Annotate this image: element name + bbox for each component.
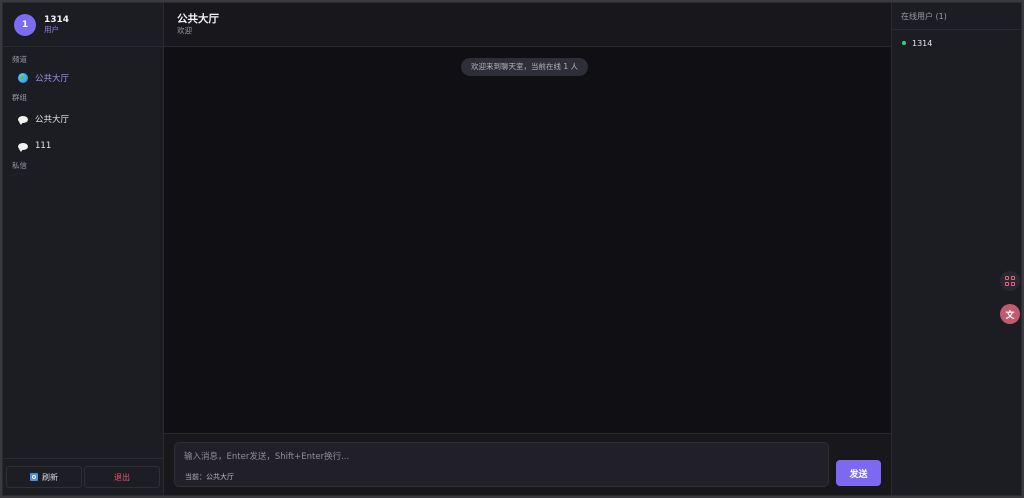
logout-label: 退出 — [114, 472, 130, 482]
online-user-item[interactable]: 1314 — [892, 30, 1021, 56]
sidebar-item-label: 公共大厅 — [35, 115, 70, 125]
message-input[interactable] — [184, 450, 804, 464]
online-status-dot — [902, 41, 906, 45]
refresh-icon — [30, 473, 38, 481]
send-button[interactable]: 发送 — [836, 460, 881, 486]
online-user-name: 1314 — [912, 38, 933, 48]
chat-header: 公共大厅 欢迎 — [164, 3, 891, 47]
message-input-box[interactable]: 当前：公共大厅 — [174, 442, 829, 487]
sidebar-item-label: 公共大厅 — [35, 74, 70, 84]
sidebar-item-group-lobby[interactable]: 公共大厅 — [3, 107, 163, 131]
sidebar-footer: 刷新 退出 — [3, 458, 163, 495]
translate-button[interactable]: 文 — [1000, 304, 1020, 324]
section-title-private: 私信 — [12, 161, 27, 170]
message-list[interactable]: 欢迎来到聊天室，当前在线 1 人 — [164, 47, 891, 433]
online-users-header: 在线用户 (1) — [892, 3, 1021, 30]
app-window: 1 1314 用户 频道 公共大厅 群组 公共大厅 111 私信 刷新 退出 公… — [2, 2, 1022, 496]
refresh-button[interactable]: 刷新 — [6, 466, 82, 488]
logout-button[interactable]: 退出 — [84, 466, 160, 488]
current-room-label: 当前：公共大厅 — [185, 473, 234, 481]
section-title-channels: 频道 — [12, 55, 27, 64]
avatar: 1 — [14, 13, 36, 36]
room-subtitle: 欢迎 — [177, 26, 192, 35]
apps-grid-icon — [1005, 276, 1015, 286]
room-title: 公共大厅 — [177, 13, 219, 25]
translate-icon: 文 — [1005, 310, 1015, 321]
refresh-label: 刷新 — [42, 472, 58, 482]
profile-name: 1314 — [44, 14, 70, 25]
chat-bubble-icon — [17, 114, 28, 125]
section-title-groups: 群组 — [12, 93, 27, 102]
sidebar-item-label: 111 — [35, 141, 52, 151]
composer: 当前：公共大厅 发送 — [164, 433, 891, 495]
sidebar: 1 1314 用户 频道 公共大厅 群组 公共大厅 111 私信 刷新 退出 — [3, 3, 164, 495]
chat-bubble-icon — [17, 141, 28, 152]
online-users-panel: 在线用户 (1) 1314 文 — [891, 3, 1021, 495]
sidebar-item-channel-lobby[interactable]: 公共大厅 — [3, 66, 163, 90]
system-message: 欢迎来到聊天室，当前在线 1 人 — [461, 58, 589, 76]
user-profile[interactable]: 1 1314 用户 — [3, 3, 163, 47]
globe-icon — [17, 73, 28, 84]
chat-main: 公共大厅 欢迎 欢迎来到聊天室，当前在线 1 人 当前：公共大厅 发送 — [164, 3, 891, 495]
profile-role: 用户 — [44, 24, 59, 34]
sidebar-item-group-111[interactable]: 111 — [3, 134, 163, 158]
apps-grid-button[interactable] — [1000, 271, 1020, 291]
